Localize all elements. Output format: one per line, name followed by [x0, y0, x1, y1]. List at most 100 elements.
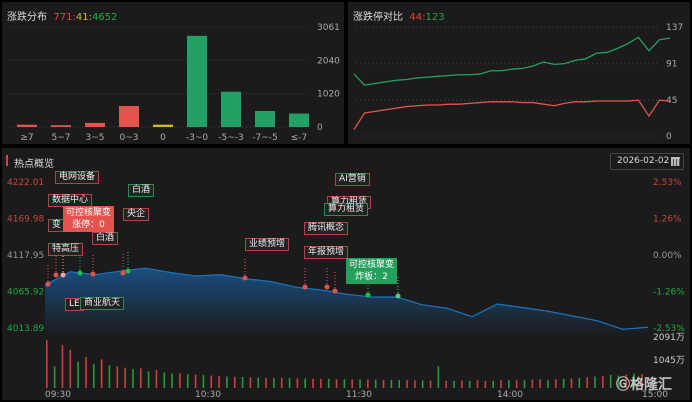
concept-tag[interactable]: 业绩预增	[245, 238, 290, 251]
event-marker	[125, 268, 131, 274]
event-marker	[53, 272, 59, 278]
volume-bar	[484, 380, 487, 388]
concept-tag[interactable]: AI营销	[335, 173, 370, 186]
volume-bar	[132, 368, 134, 388]
limit-compare-panel: 涨跌停对比 44:123 0 45 91 137	[348, 2, 690, 144]
volume-bar	[46, 340, 48, 388]
bar	[85, 122, 105, 127]
volume-bar	[398, 380, 401, 388]
volume-bar	[100, 359, 103, 388]
bar	[119, 106, 139, 127]
volume-bar	[69, 349, 72, 388]
price-tick-label: 4013.89	[7, 324, 44, 334]
volume-bar	[179, 373, 181, 388]
volume-bar	[186, 374, 189, 388]
bar	[187, 35, 207, 127]
volume-bar	[461, 380, 463, 388]
price-tick-label: 4222.01	[7, 178, 44, 188]
volume-bar	[241, 377, 244, 388]
concept-tag[interactable]: 央企	[123, 208, 150, 221]
distribution-bar-chart: 0 1020 2040 3061 ≥7 5~7 3~5 0~3 0 -3~0 -5~-3 -7~-5 ≤…	[10, 23, 340, 143]
x-tick-label: 0	[160, 133, 166, 143]
concept-tag[interactable]: 腾讯概念	[304, 222, 349, 235]
concept-tag[interactable]: 特高压	[48, 243, 84, 256]
volume-bar	[539, 379, 541, 388]
event-marker	[90, 271, 96, 277]
volume-bar	[359, 379, 361, 388]
event-marker	[324, 284, 330, 290]
volume-bar	[92, 364, 95, 388]
volume-bar	[257, 377, 260, 388]
volume-bar	[492, 380, 494, 388]
watermark-logo: Ⓖ格隆汇	[616, 377, 672, 393]
volume-bar	[155, 369, 158, 388]
x-tick-label: ≥7	[20, 133, 33, 143]
price-tick-label: 4065.92	[7, 288, 44, 298]
volume-bar	[515, 380, 518, 388]
volume-bar	[374, 379, 377, 388]
volume-bar	[429, 380, 432, 388]
y-tick-label: 137	[666, 23, 683, 33]
volume-bar	[468, 380, 471, 388]
volume-bar	[218, 376, 220, 388]
concept-tag[interactable]: 白酒	[92, 232, 119, 245]
event-marker	[77, 270, 83, 276]
volume-bar	[500, 380, 502, 388]
volume-bar	[304, 378, 307, 388]
volume-tick-label: 1045万	[653, 356, 685, 366]
bar	[221, 91, 241, 127]
event-marker	[60, 272, 66, 278]
volume-bar	[139, 368, 142, 388]
volume-bar	[296, 378, 299, 388]
volume-bar	[85, 356, 87, 388]
event-marker	[365, 292, 371, 298]
volume-bar	[609, 374, 612, 388]
concept-tag[interactable]: 商业航天	[80, 297, 125, 310]
volume-bar	[523, 380, 526, 388]
volume-bar	[578, 377, 581, 388]
series-line	[353, 36, 671, 86]
volume-bar	[312, 378, 314, 388]
volume-bar	[437, 366, 440, 388]
volume-bar	[508, 379, 510, 388]
limit-break-tooltip: 可控核聚变 炸板：2	[346, 258, 398, 284]
bar	[17, 124, 37, 127]
volume-bar	[476, 380, 479, 388]
volume-bar	[390, 379, 393, 388]
volume-bar	[194, 374, 197, 388]
volume-bar	[226, 376, 228, 388]
concept-tag[interactable]: 算力租赁	[324, 203, 369, 216]
bar	[51, 125, 71, 127]
event-marker	[45, 281, 51, 287]
price-tick-label: 4169.98	[7, 215, 44, 225]
x-tick-label: 0~3	[120, 133, 139, 143]
volume-bar	[288, 378, 291, 388]
pct-tick-label: 1.26%	[653, 215, 682, 225]
pct-tick-label: 0.00%	[653, 251, 682, 261]
volume-bar	[453, 380, 455, 388]
volume-tick-label: 2091万	[653, 333, 685, 343]
volume-bar	[61, 344, 64, 388]
volume-bar	[202, 375, 205, 388]
y-tick-label: 0	[666, 132, 672, 142]
volume-bar	[555, 379, 557, 388]
volume-bar	[531, 379, 534, 388]
volume-bar	[382, 379, 385, 388]
volume-bar	[124, 367, 126, 388]
volume-bar	[547, 379, 549, 388]
limit-up-tooltip: 可控核聚变 涨停：0	[63, 206, 115, 232]
volume-bar	[351, 379, 354, 388]
volume-bar	[163, 372, 166, 388]
concept-tag[interactable]: 电网设备	[55, 171, 100, 184]
concept-tag[interactable]: 白酒	[128, 184, 155, 197]
volume-bar	[335, 379, 338, 388]
volume-bar	[570, 378, 573, 388]
x-tick-label: ≤-7	[291, 133, 308, 143]
series-line	[353, 99, 671, 130]
price-tick-label: 4117.95	[7, 251, 44, 261]
y-tick-label: 1020	[317, 90, 340, 100]
volume-bar	[171, 373, 173, 388]
volume-bar	[147, 371, 150, 388]
concept-tag[interactable]: 年报预增	[304, 246, 349, 259]
bar	[255, 110, 275, 127]
